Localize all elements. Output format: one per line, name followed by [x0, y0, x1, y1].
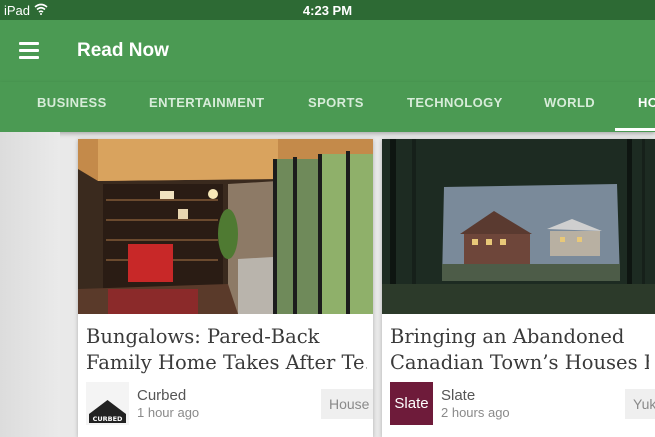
status-bar: iPad 4:23 PM	[0, 0, 655, 20]
tab-home-active[interactable]: HO	[638, 95, 655, 110]
publish-time: 2 hours ago	[441, 405, 510, 420]
slate-logo-text: Slate	[390, 382, 433, 425]
article-card[interactable]: Bungalows: Pared-Back Family Home Takes …	[78, 139, 373, 437]
tab-sports[interactable]: SPORTS	[308, 95, 364, 110]
page-title: Read Now	[77, 40, 169, 61]
tab-technology[interactable]: TECHNOLOGY	[407, 95, 503, 110]
topic-chip[interactable]: House	[321, 389, 373, 419]
hamburger-menu-icon[interactable]	[19, 42, 39, 60]
previous-card-edge	[0, 132, 60, 437]
article-card[interactable]: Bringing an Abandoned Canadian Town’s Ho…	[382, 139, 655, 437]
curbed-logo-text: CURBED	[93, 415, 123, 423]
source-name[interactable]: Slate	[441, 387, 475, 404]
slate-logo: Slate	[390, 382, 433, 425]
tab-entertainment[interactable]: ENTERTAINMENT	[149, 95, 264, 110]
tab-business[interactable]: BUSINESS	[37, 95, 107, 110]
article-headline[interactable]: Bungalows: Pared-Back Family Home Takes …	[86, 324, 367, 376]
source-name[interactable]: Curbed	[137, 387, 186, 404]
article-photo	[382, 139, 655, 314]
clock: 4:23 PM	[302, 3, 353, 18]
section-tabs: BUSINESS ENTERTAINMENT SPORTS TECHNOLOGY…	[0, 82, 655, 132]
curbed-logo: CURBED	[86, 382, 129, 425]
app-bar: Read Now	[0, 20, 655, 82]
topic-chip[interactable]: Yuk	[625, 389, 655, 419]
article-photo	[78, 139, 373, 314]
active-tab-indicator	[615, 128, 655, 131]
article-headline[interactable]: Bringing an Abandoned Canadian Town’s Ho…	[390, 324, 649, 376]
publish-time: 1 hour ago	[137, 405, 200, 420]
tab-world[interactable]: WORLD	[544, 95, 595, 110]
